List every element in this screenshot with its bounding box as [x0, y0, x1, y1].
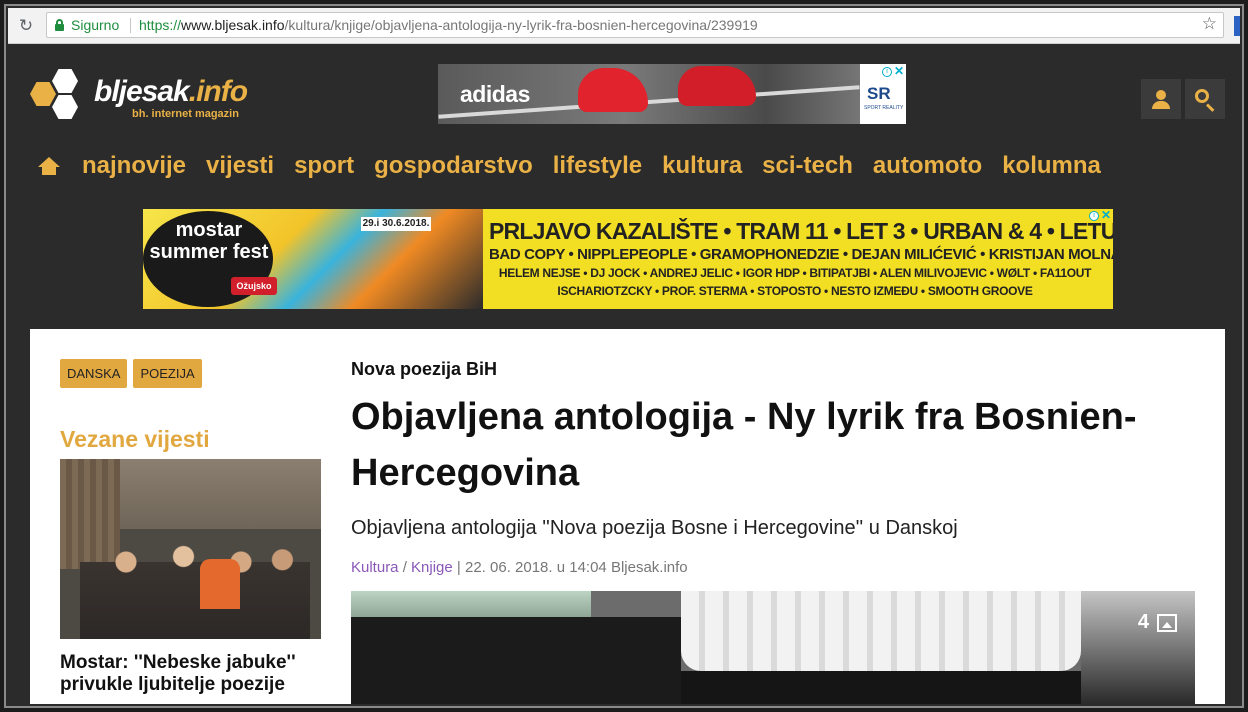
- festival-name: mostar summer fest: [149, 219, 269, 263]
- ad-banner-top[interactable]: adidas SR SPORT REALITY i ✕: [438, 64, 906, 124]
- gallery-count[interactable]: 4: [1138, 611, 1177, 634]
- tag-poezija[interactable]: POEZIJA: [133, 359, 202, 388]
- extension-icon[interactable]: [1234, 16, 1240, 36]
- site-logo[interactable]: bljesak.info bh. internet magazin: [28, 63, 268, 125]
- ad-banner-festival[interactable]: mostar summer fest Ožujsko 29.i 30.6.201…: [143, 209, 1113, 309]
- festival-lineup: PRLJAVO KAZALIŠTE • TRAM 11 • LET 3 • UR…: [489, 218, 1113, 298]
- nav-item-lifestyle[interactable]: lifestyle: [553, 152, 642, 180]
- ad-info-icon[interactable]: i: [1089, 211, 1099, 221]
- nav-item-automoto[interactable]: automoto: [873, 152, 982, 180]
- gallery-icon: [1157, 613, 1177, 632]
- logo-tagline: bh. internet magazin: [132, 108, 239, 120]
- tag-list: DANSKA POEZIJA: [60, 359, 208, 388]
- lock-icon: [55, 19, 64, 31]
- ad-close-icon[interactable]: ✕: [1101, 209, 1111, 222]
- user-icon: [1156, 90, 1166, 100]
- nav-item-gospodarstvo[interactable]: gospodarstvo: [374, 152, 533, 180]
- related-news-title: Vezane vijesti: [60, 426, 210, 452]
- search-icon: [1195, 89, 1209, 103]
- url-text[interactable]: https://www.bljesak.info/kultura/knjige/…: [139, 17, 758, 33]
- home-icon[interactable]: [38, 157, 60, 177]
- search-button[interactable]: [1185, 79, 1225, 119]
- ad-brand: adidas: [460, 81, 530, 107]
- site-page: bljesak.info bh. internet magazin adidas…: [8, 45, 1240, 704]
- nav-item-kultura[interactable]: kultura: [662, 152, 742, 180]
- subcategory-link[interactable]: Knjige: [411, 559, 453, 576]
- nav-item-sport[interactable]: sport: [294, 152, 354, 180]
- article-hero-image[interactable]: 4: [351, 591, 1195, 704]
- tag-danska[interactable]: DANSKA: [60, 359, 128, 388]
- article-subtitle: Objavljena antologija ''Nova poezija Bos…: [351, 517, 958, 539]
- article-content: DANSKA POEZIJA Vezane vijesti Mostar: ''…: [30, 329, 1225, 704]
- nav-item-najnovije[interactable]: najnovije: [82, 152, 186, 180]
- ad-info-icon[interactable]: i: [882, 67, 892, 77]
- shoe-image: [578, 68, 648, 112]
- article-meta: Kultura / Knjige | 22. 06. 2018. u 14:04…: [351, 559, 688, 576]
- festival-date: 29.i 30.6.2018.: [361, 217, 431, 231]
- address-bar[interactable]: Sigurno https://www.bljesak.info/kultura…: [46, 12, 1224, 38]
- related-news-headline[interactable]: Mostar: ''Nebeske jabuke'' privukle ljub…: [60, 652, 330, 696]
- address-divider: [130, 18, 131, 33]
- category-link[interactable]: Kultura: [351, 559, 399, 576]
- browser-toolbar: ↻ Sigurno https://www.bljesak.info/kultu…: [8, 8, 1240, 44]
- ad-close-icon[interactable]: ✕: [894, 64, 904, 78]
- nav-item-sci-tech[interactable]: sci-tech: [762, 152, 853, 180]
- user-button[interactable]: [1141, 79, 1181, 119]
- nav-item-vijesti[interactable]: vijesti: [206, 152, 274, 180]
- main-nav: najnovije vijesti sport gospodarstvo lif…: [38, 149, 1121, 183]
- nav-item-kolumna[interactable]: kolumna: [1002, 152, 1101, 180]
- bookmark-star-icon[interactable]: ☆: [1202, 14, 1217, 34]
- reload-icon[interactable]: ↻: [16, 16, 36, 36]
- related-news-image[interactable]: [60, 459, 321, 639]
- logo-wordmark: bljesak.info: [94, 75, 248, 108]
- secure-label: Sigurno: [71, 17, 120, 33]
- article-headline: Objavljena antologija - Ny lyrik fra Bos…: [351, 396, 1137, 494]
- article-date-source: | 22. 06. 2018. u 14:04 Bljesak.info: [456, 559, 688, 576]
- beer-logo: Ožujsko: [231, 277, 277, 295]
- article-kicker: Nova poezija BiH: [351, 359, 498, 379]
- logo-hex-icon: [30, 82, 56, 106]
